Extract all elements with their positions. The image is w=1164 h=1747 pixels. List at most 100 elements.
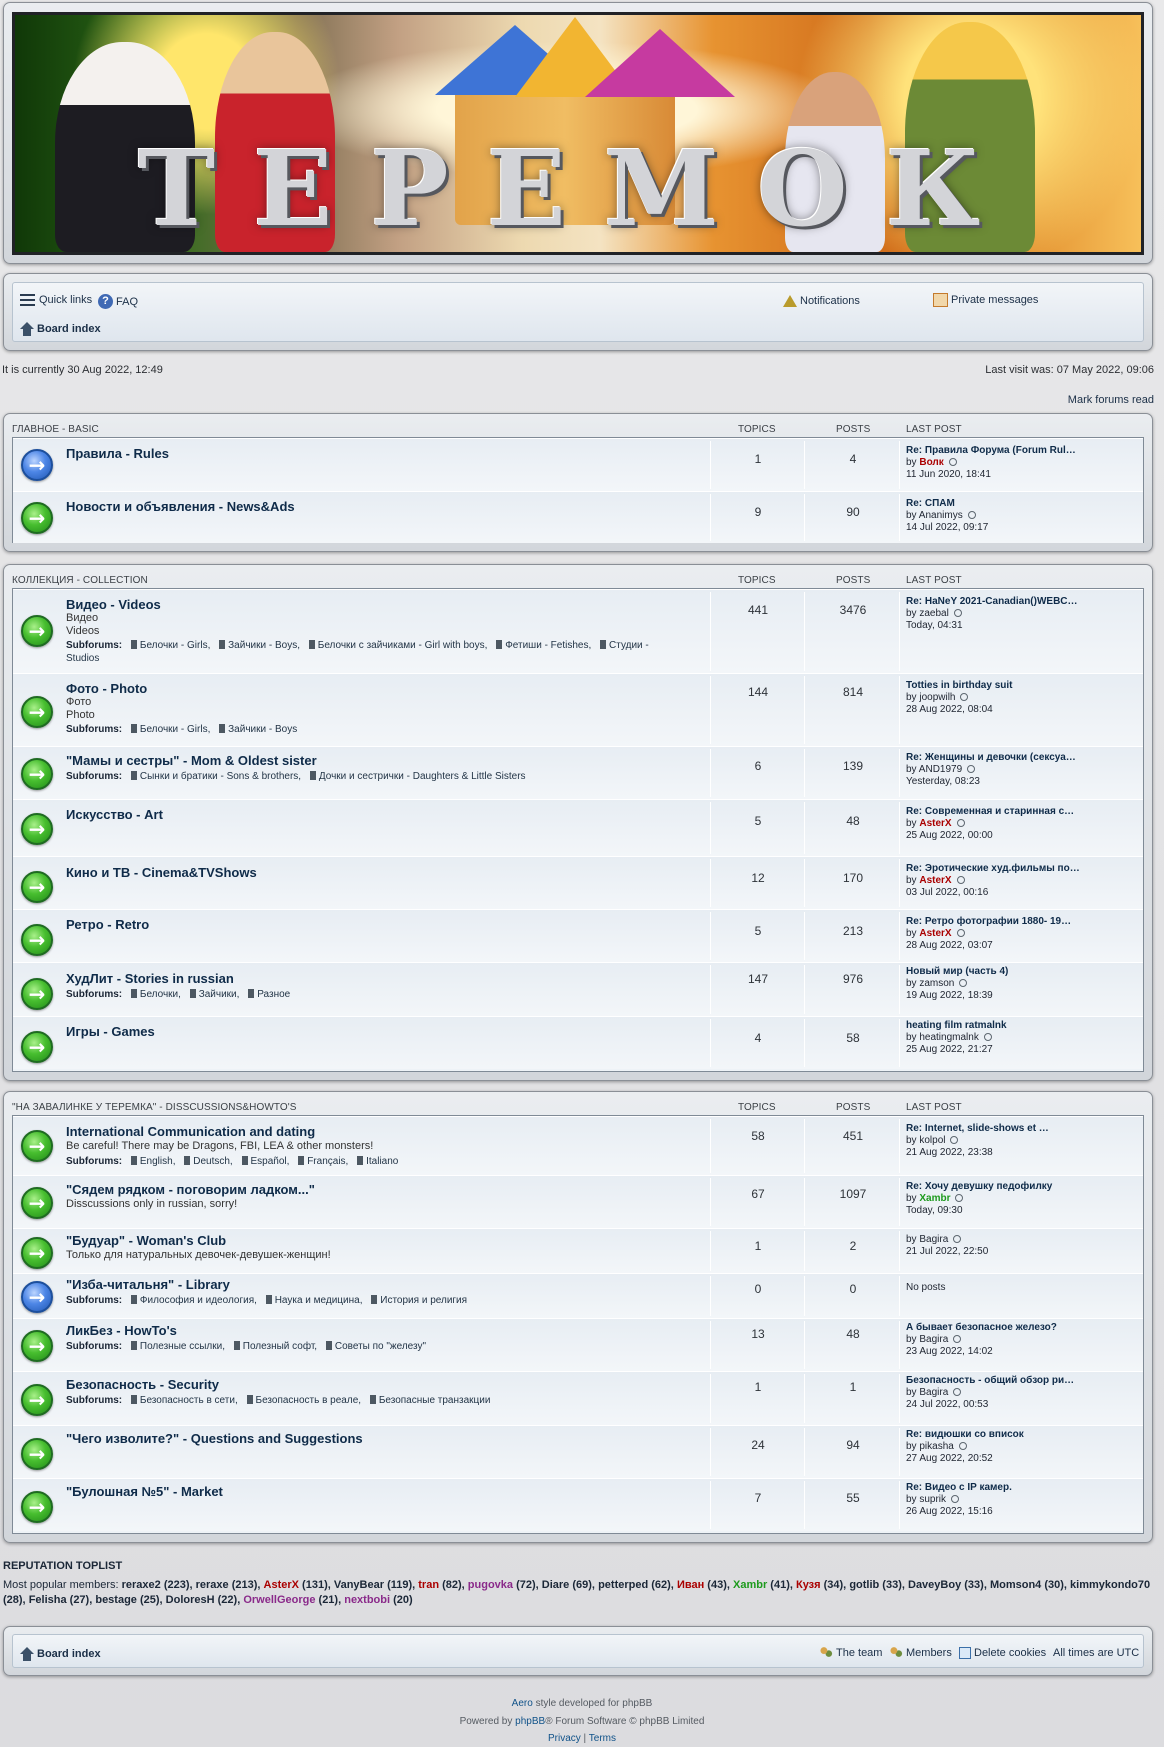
forum-row[interactable]: Новости и объявления - News&Ads 9 90 Re:… — [13, 491, 1143, 543]
forum-row[interactable]: "Изба-читальня" - Library Subforums: Фил… — [13, 1273, 1143, 1318]
forum-row[interactable]: Безопасность - Security Subforums: Безоп… — [13, 1371, 1143, 1425]
reputation-member[interactable]: reraxe — [196, 1579, 229, 1591]
last-post-title[interactable]: Безопасность - общий обзор ри… — [906, 1375, 1116, 1387]
forum-title[interactable]: Искусство - Art — [66, 807, 163, 822]
reputation-member[interactable]: DoloresH — [166, 1594, 215, 1606]
subforum-link[interactable]: Дочки и сестрички - Daughters & Little S… — [319, 771, 526, 782]
reputation-member[interactable]: DaveyBoy — [908, 1579, 961, 1591]
subforum-link[interactable]: Полезный софт, — [243, 1341, 317, 1352]
last-post-title[interactable]: Re: Ретро фотографии 1880- 19… — [906, 916, 1116, 928]
reputation-member[interactable]: OrwellGeorge — [243, 1594, 315, 1606]
forum-title[interactable]: Игры - Games — [66, 1024, 155, 1039]
footer-board-index[interactable]: Board index — [20, 1647, 101, 1661]
last-post-author[interactable]: AsterX — [919, 928, 951, 939]
reputation-member[interactable]: Иван — [677, 1579, 704, 1591]
members-link[interactable]: Members — [889, 1647, 952, 1659]
reputation-member[interactable]: petterped — [598, 1579, 648, 1591]
reputation-member[interactable]: pugovka — [468, 1579, 513, 1591]
forum-title[interactable]: "Будуар" - Woman's Club — [66, 1233, 226, 1248]
goto-post-icon[interactable] — [953, 1335, 962, 1343]
site-banner[interactable]: ТЕРЕМОК — [3, 2, 1153, 264]
subforum-link[interactable]: Безопасность в реале, — [256, 1395, 362, 1406]
subforum-link[interactable]: Полезные ссылки, — [140, 1341, 225, 1352]
forum-row[interactable]: Кино и ТВ - Cinema&TVShows 12 170 Re: Эр… — [13, 856, 1143, 909]
forum-title[interactable]: ХудЛит - Stories in russian — [66, 971, 234, 986]
forum-row[interactable]: Искусство - Art 5 48 Re: Современная и с… — [13, 799, 1143, 856]
last-post-author[interactable]: AsterX — [919, 875, 951, 886]
last-post-title[interactable]: Re: HaNeY 2021-Canadian()WEBC… — [906, 596, 1116, 608]
forum-row[interactable]: Ретро - Retro 5 213 Re: Ретро фотографии… — [13, 909, 1143, 962]
forum-row[interactable]: Фото - Photo Фото Photo Subforums: Белоч… — [13, 673, 1143, 746]
last-post-author[interactable]: pikasha — [919, 1441, 953, 1452]
goto-post-icon[interactable] — [955, 1194, 964, 1202]
subforum-link[interactable]: Белочки - Girls, — [140, 640, 210, 651]
subforum-link[interactable]: Зайчики - Boys — [228, 724, 297, 735]
mark-forums-read[interactable]: Mark forums read — [1068, 394, 1154, 406]
last-post-author[interactable]: zamson — [919, 978, 954, 989]
faq-link[interactable]: ? FAQ — [98, 294, 138, 309]
reputation-member[interactable]: VanyBear — [334, 1579, 384, 1591]
reputation-member[interactable]: bestage — [95, 1594, 137, 1606]
subforum-link[interactable]: Советы по "железу" — [335, 1341, 426, 1352]
forum-title[interactable]: International Communication and dating — [66, 1124, 315, 1139]
last-post-author[interactable]: Bagira — [919, 1234, 948, 1245]
category-title[interactable]: "НА ЗАВАЛИНКЕ У ТЕРЕМКА" - DISSCUSSIONS&… — [12, 1102, 297, 1113]
goto-post-icon[interactable] — [958, 1442, 967, 1450]
last-post-title[interactable]: heating film ratmalnk — [906, 1020, 1116, 1032]
forum-title[interactable]: "Булошная №5" - Market — [66, 1484, 223, 1499]
forum-title[interactable]: ЛикБез - HowTo's — [66, 1323, 177, 1338]
subforum-link[interactable]: Español, — [251, 1156, 290, 1167]
last-post-title[interactable]: Re: Internet, slide-shows et … — [906, 1123, 1116, 1135]
subforum-link[interactable]: Зайчики - Boys, — [228, 640, 300, 651]
terms-link[interactable]: Terms — [589, 1733, 616, 1744]
goto-post-icon[interactable] — [956, 819, 965, 827]
goto-post-icon[interactable] — [960, 693, 969, 701]
delete-cookies-link[interactable]: Delete cookies — [959, 1647, 1046, 1659]
subforum-link[interactable]: Белочки - Girls, — [140, 724, 210, 735]
last-post-author[interactable]: Xambr — [919, 1193, 950, 1204]
category-title[interactable]: КОЛЛЕКЦИЯ - COLLECTION — [12, 575, 148, 586]
forum-title[interactable]: "Сядем рядком - поговорим ладком..." — [66, 1182, 315, 1197]
forum-row[interactable]: "Сядем рядком - поговорим ладком..." Dis… — [13, 1175, 1143, 1228]
forum-row[interactable]: International Communication and dating B… — [13, 1116, 1143, 1175]
subforum-link[interactable]: Зайчики, — [199, 989, 240, 1000]
subforum-link[interactable]: Философия и идеология, — [140, 1295, 257, 1306]
last-post-author[interactable]: suprik — [919, 1494, 946, 1505]
aero-link[interactable]: Aero — [512, 1698, 533, 1709]
forum-row[interactable]: ЛикБез - HowTo's Subforums: Полезные ссы… — [13, 1318, 1143, 1371]
last-post-author[interactable]: joopwilh — [919, 692, 955, 703]
reputation-member[interactable]: Momson4 — [990, 1579, 1041, 1591]
forum-row[interactable]: "Чего изволите?" - Questions and Suggest… — [13, 1425, 1143, 1478]
forum-row[interactable]: ХудЛит - Stories in russian Subforums: Б… — [13, 962, 1143, 1016]
last-post-author[interactable]: zaebal — [919, 608, 948, 619]
last-post-title[interactable]: Re: Эротические худ.фильмы по… — [906, 863, 1116, 875]
forum-row[interactable]: "Будуар" - Woman's Club Только для натур… — [13, 1228, 1143, 1273]
goto-post-icon[interactable] — [948, 458, 957, 466]
subforum-link[interactable]: Белочки с зайчиками - Girl with boys, — [318, 640, 488, 651]
forum-title[interactable]: Видео - Videos — [66, 597, 161, 612]
forum-title[interactable]: Новости и объявления - News&Ads — [66, 499, 295, 514]
last-post-title[interactable]: Re: Женщины и девочки (сексуа… — [906, 752, 1116, 764]
team-link[interactable]: The team — [819, 1647, 882, 1659]
goto-post-icon[interactable] — [959, 979, 968, 987]
last-post-title[interactable]: Totties in birthday suit — [906, 680, 1116, 692]
reputation-member[interactable]: Xambr — [733, 1579, 767, 1591]
goto-post-icon[interactable] — [983, 1033, 992, 1041]
last-post-title[interactable]: А бывает безопасное железо? — [906, 1322, 1116, 1334]
last-post-author[interactable]: AsterX — [919, 818, 951, 829]
last-post-title[interactable]: Re: Видео с IP камер. — [906, 1482, 1116, 1494]
forum-row[interactable]: Видео - Videos Видео Videos Subforums: Б… — [13, 589, 1143, 673]
last-post-author[interactable]: Волк — [919, 457, 943, 468]
forum-title[interactable]: Фото - Photo — [66, 681, 147, 696]
breadcrumb-board-index[interactable]: Board index — [20, 322, 101, 336]
reputation-member[interactable]: nextbobi — [344, 1594, 390, 1606]
goto-post-icon[interactable] — [951, 1495, 960, 1503]
goto-post-icon[interactable] — [953, 609, 962, 617]
goto-post-icon[interactable] — [967, 511, 976, 519]
reputation-member[interactable]: gotlib — [849, 1579, 879, 1591]
forum-title[interactable]: "Изба-читальня" - Library — [66, 1277, 230, 1292]
last-post-author[interactable]: kolpol — [919, 1135, 945, 1146]
subforum-link[interactable]: Français, — [307, 1156, 348, 1167]
reputation-member[interactable]: Felisha — [29, 1594, 67, 1606]
forum-title[interactable]: Правила - Rules — [66, 446, 169, 461]
